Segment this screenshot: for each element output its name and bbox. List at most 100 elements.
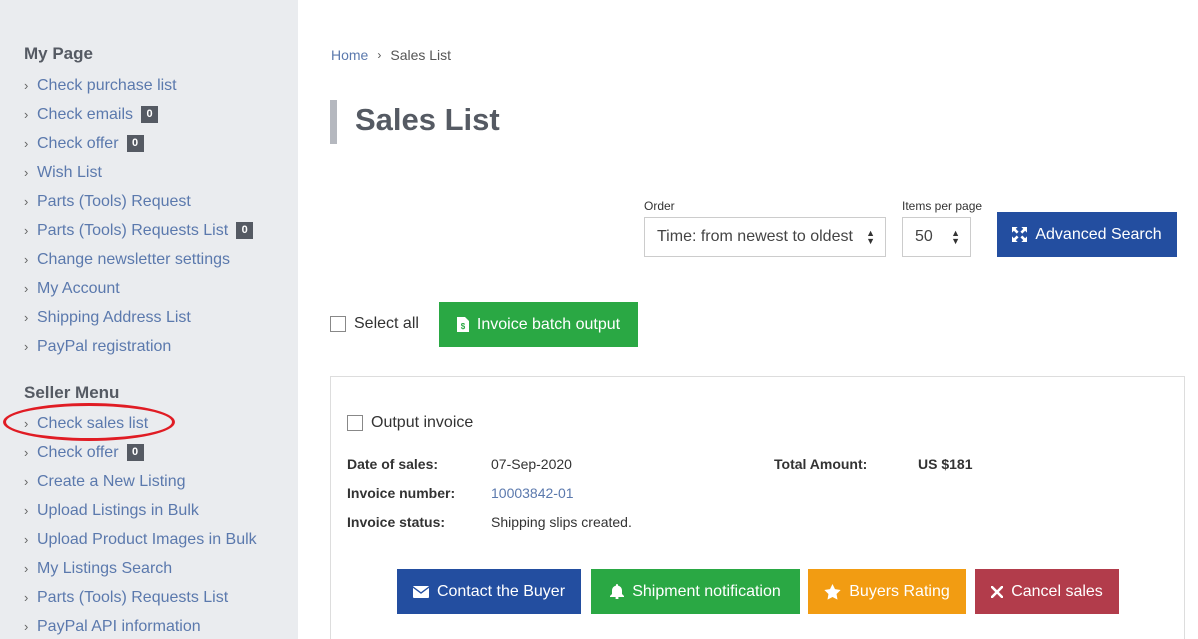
- file-invoice-icon: $: [456, 317, 469, 332]
- sidebar-item-label: Check sales list: [37, 414, 149, 432]
- sidebar-item-label: Create a New Listing: [37, 472, 186, 490]
- date-of-sales-key: Date of sales:: [347, 456, 439, 472]
- total-amount-value: US $181: [918, 456, 973, 472]
- sidebar-item-parts-tools-request[interactable]: › Parts (Tools) Request: [24, 187, 253, 216]
- chevron-right-icon: ›: [24, 281, 29, 296]
- chevron-right-icon: ›: [24, 532, 29, 547]
- star-icon: [824, 583, 841, 600]
- items-per-page-value: 50: [915, 228, 933, 245]
- sidebar-item-label: Parts (Tools) Requests List: [37, 221, 229, 239]
- sidebar-item-upload-listings-in-bulk[interactable]: › Upload Listings in Bulk: [24, 496, 257, 525]
- chevron-right-icon: ›: [24, 107, 29, 122]
- select-arrows-icon: ▲ ▼: [866, 228, 875, 246]
- count-badge: 0: [126, 135, 144, 152]
- count-badge: 0: [141, 106, 159, 123]
- sidebar-item-wish-list[interactable]: › Wish List: [24, 158, 253, 187]
- advanced-search-button[interactable]: Advanced Search: [997, 212, 1177, 257]
- sidebar-item-check-purchase-list[interactable]: › Check purchase list: [24, 71, 253, 100]
- invoice-number-link[interactable]: 10003842-01: [491, 485, 574, 501]
- output-invoice-checkbox[interactable]: [347, 415, 363, 431]
- cancel-sales-label: Cancel sales: [1011, 582, 1103, 600]
- sidebar-item-label: Parts (Tools) Request: [37, 192, 191, 210]
- page-title: Sales List: [355, 102, 500, 137]
- cancel-sales-button[interactable]: Cancel sales: [975, 569, 1119, 614]
- order-label: Order: [644, 199, 675, 213]
- envelope-icon: [412, 585, 429, 598]
- sidebar: My Page › Check purchase list › Check email…: [0, 0, 298, 639]
- select-all-checkbox[interactable]: [330, 316, 346, 332]
- breadcrumb-current: Sales List: [390, 47, 452, 63]
- buyers-rating-button[interactable]: Buyers Rating: [808, 569, 966, 614]
- invoice-batch-output-button[interactable]: $ Invoice batch output: [439, 302, 638, 347]
- bell-icon: [610, 584, 625, 599]
- sidebar-item-label: PayPal API information: [37, 617, 201, 635]
- shipment-notification-button[interactable]: Shipment notification: [591, 569, 800, 614]
- select-arrows-icon: ▲ ▼: [951, 228, 960, 246]
- chevron-right-icon: ›: [24, 78, 29, 93]
- count-badge: 0: [236, 222, 254, 239]
- sidebar-item-label: Shipping Address List: [37, 308, 191, 326]
- sidebar-item-label: Parts (Tools) Requests List: [37, 588, 229, 606]
- order-select-value: Time: from newest to oldest: [657, 228, 853, 245]
- sidebar-item-label: My Account: [37, 279, 120, 297]
- sidebar-item-label: My Listings Search: [37, 559, 173, 577]
- chevron-right-icon: ›: [24, 619, 29, 634]
- chevron-right-icon: ›: [24, 503, 29, 518]
- contact-buyer-label: Contact the Buyer: [436, 582, 566, 600]
- chevron-right-icon: ›: [24, 252, 29, 267]
- sidebar-item-paypal-registration[interactable]: › PayPal registration: [24, 332, 253, 361]
- invoice-number-key: Invoice number:: [347, 485, 456, 501]
- sidebar-item-check-sales-list[interactable]: › Check sales list: [24, 409, 257, 438]
- sidebar-item-label: Upload Listings in Bulk: [37, 501, 199, 519]
- chevron-right-icon: ›: [24, 339, 29, 354]
- sidebar-item-create-a-new-listing[interactable]: › Create a New Listing: [24, 467, 257, 496]
- items-per-page-select[interactable]: 50 ▲ ▼: [902, 217, 971, 257]
- chevron-right-icon: ›: [24, 194, 29, 209]
- chevron-right-icon: ›: [24, 416, 29, 431]
- invoice-status-key: Invoice status:: [347, 514, 446, 530]
- sidebar-item-my-listings-search[interactable]: › My Listings Search: [24, 554, 257, 583]
- sidebar-item-upload-product-images-in-bulk[interactable]: › Upload Product Images in Bulk: [24, 525, 257, 554]
- sidebar-item-change-newsletter-settings[interactable]: › Change newsletter settings: [24, 245, 253, 274]
- count-badge: 0: [126, 444, 144, 461]
- output-invoice-label: Output invoice: [371, 414, 474, 431]
- date-of-sales-value: 07-Sep-2020: [491, 456, 572, 472]
- my-page-heading: My Page: [24, 44, 93, 63]
- close-icon: [991, 585, 1004, 598]
- title-accent-bar: [330, 100, 337, 144]
- sidebar-item-label: Change newsletter settings: [37, 250, 230, 268]
- expand-icon: [1012, 227, 1028, 242]
- sidebar-item-paypal-api-information[interactable]: › PayPal API information: [24, 612, 257, 639]
- total-amount-key: Total Amount:: [774, 456, 868, 472]
- advanced-search-label: Advanced Search: [1035, 225, 1162, 243]
- sidebar-item-label: Check offer: [37, 134, 119, 152]
- sidebar-item-check-offer[interactable]: › Check offer 0: [24, 129, 253, 158]
- sidebar-item-my-account[interactable]: › My Account: [24, 274, 253, 303]
- my-page-menu: › Check purchase list › Check emails 0 › Check…: [24, 71, 254, 361]
- sidebar-item-check-emails[interactable]: › Check emails 0: [24, 100, 253, 129]
- sidebar-item-label: Check offer: [37, 443, 119, 461]
- sidebar-item-shipping-address-list[interactable]: › Shipping Address List: [24, 303, 253, 332]
- order-select[interactable]: Time: from newest to oldest ▲ ▼: [644, 217, 886, 257]
- seller-menu-heading: Seller Menu: [24, 383, 120, 402]
- sidebar-item-label: Upload Product Images in Bulk: [37, 530, 257, 548]
- invoice-status-value: Shipping slips created.: [491, 514, 632, 530]
- breadcrumb: Home › Sales List: [331, 47, 451, 63]
- contact-buyer-button[interactable]: Contact the Buyer: [397, 569, 581, 614]
- sidebar-item-label: Wish List: [37, 163, 102, 181]
- seller-menu: › Check sales list › Check offer 0 › Create a …: [24, 409, 257, 639]
- sidebar-item-check-offer[interactable]: › Check offer 0: [24, 438, 257, 467]
- chevron-right-icon: ›: [24, 474, 29, 489]
- chevron-right-icon: ›: [377, 48, 382, 62]
- chevron-right-icon: ›: [24, 165, 29, 180]
- chevron-right-icon: ›: [24, 136, 29, 151]
- svg-text:$: $: [461, 322, 466, 331]
- breadcrumb-home-link[interactable]: Home: [331, 47, 368, 63]
- shipment-notification-label: Shipment notification: [632, 582, 781, 600]
- sidebar-item-parts-tools-requests-list[interactable]: › Parts (Tools) Requests List 0: [24, 216, 254, 245]
- sidebar-item-parts-tools-requests-list[interactable]: › Parts (Tools) Requests List: [24, 583, 257, 612]
- invoice-batch-output-label: Invoice batch output: [476, 315, 621, 333]
- chevron-right-icon: ›: [24, 561, 29, 576]
- chevron-right-icon: ›: [24, 445, 29, 460]
- select-all-label: Select all: [354, 315, 419, 332]
